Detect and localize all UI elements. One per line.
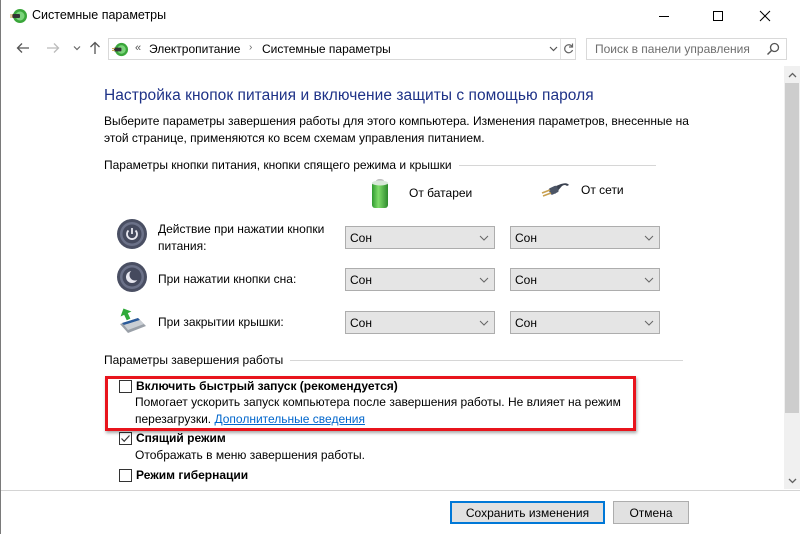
hibernate-checkbox[interactable]: [119, 468, 132, 482]
section-heading-text: Параметры кнопки питания, кнопки спящего…: [104, 158, 452, 172]
sleep-option[interactable]: Спящий режим: [119, 431, 226, 445]
shutdown-section-heading: Параметры завершения работы: [104, 353, 684, 367]
select-value: Сон: [350, 231, 372, 245]
maximize-button[interactable]: [695, 0, 741, 31]
chevron-down-icon: [479, 277, 489, 283]
system-settings-window: Системные параметры « Электропитание › С…: [0, 0, 800, 534]
chevron-down-icon: [788, 478, 796, 483]
breadcrumb-system-settings[interactable]: Системные параметры: [262, 42, 391, 56]
chevron-down-icon: [644, 235, 654, 241]
navigation-bar: « Электропитание › Системные параметры П…: [1, 33, 800, 63]
select-value: Сон: [515, 316, 537, 330]
hibernate-label[interactable]: Режим гибернации: [136, 468, 248, 482]
arrow-right-icon: [47, 43, 60, 53]
chevron-down-icon: [479, 320, 489, 326]
maximize-icon: [713, 10, 723, 21]
breadcrumb-power-options[interactable]: Электропитание: [149, 42, 240, 56]
scrollbar-thumb[interactable]: [785, 83, 799, 413]
chevron-down-icon: [644, 320, 654, 326]
fast-startup-description-text: Помогает ускорить запуск компьютера посл…: [135, 395, 621, 426]
up-button[interactable]: [85, 37, 105, 59]
chevron-down-icon: [549, 46, 557, 52]
column-label-battery: От батареи: [409, 186, 473, 200]
page-title: Настройка кнопок питания и включение защ…: [104, 87, 594, 104]
lid-close-ac-select[interactable]: Сон: [510, 311, 660, 334]
minimize-button[interactable]: [641, 0, 687, 31]
battery-icon: [372, 179, 388, 208]
forward-button[interactable]: [43, 37, 63, 59]
scroll-down-button[interactable]: [784, 472, 800, 489]
search-icon[interactable]: [766, 42, 780, 56]
power-button-battery-select[interactable]: Сон: [345, 226, 495, 249]
select-value: Сон: [350, 316, 372, 330]
arrow-up-icon: [90, 41, 100, 54]
select-value: Сон: [515, 231, 537, 245]
minimize-icon: [659, 15, 669, 17]
save-changes-button[interactable]: Сохранить изменения: [450, 501, 605, 524]
fast-startup-checkbox[interactable]: [119, 379, 132, 393]
refresh-icon: [564, 43, 574, 54]
chevron-up-icon: [788, 72, 796, 77]
vertical-scrollbar[interactable]: [784, 66, 800, 489]
column-header-ac-power: От сети: [541, 182, 624, 198]
sleep-label[interactable]: Спящий режим: [136, 431, 226, 445]
arrow-left-icon: [16, 43, 29, 53]
fast-startup-label[interactable]: Включить быстрый запуск (рекомендуется): [136, 379, 398, 393]
row-label-sleep-button: При нажатии кнопки сна:: [158, 272, 297, 286]
checkmark-icon: [121, 434, 130, 442]
close-icon: [759, 10, 771, 21]
close-button[interactable]: [742, 0, 788, 31]
lid-close-battery-select[interactable]: Сон: [345, 311, 495, 334]
content-area: Настройка кнопок питания и включение защ…: [1, 66, 784, 489]
row-label-lid-close: При закрытии крышки:: [158, 315, 284, 329]
sleep-button-icon: [117, 262, 147, 292]
address-dropdown-button[interactable]: [546, 40, 560, 58]
breadcrumb-overflow[interactable]: «: [135, 42, 141, 54]
power-button-icon: [117, 219, 147, 249]
section-heading-text: Параметры завершения работы: [104, 353, 284, 367]
sleep-button-ac-select[interactable]: Сон: [510, 268, 660, 291]
chevron-down-icon: [644, 277, 654, 283]
search-input[interactable]: Поиск в панели управления: [595, 42, 750, 56]
cancel-button[interactable]: Отмена: [613, 501, 689, 524]
search-box[interactable]: Поиск в панели управления: [586, 38, 787, 60]
laptop-lid-icon: [120, 308, 146, 333]
breadcrumb-separator[interactable]: ›: [249, 42, 252, 53]
chevron-down-icon: [73, 46, 81, 51]
sleep-checkbox[interactable]: [119, 431, 132, 445]
scroll-up-button[interactable]: [784, 66, 800, 83]
hibernate-option[interactable]: Режим гибернации: [119, 468, 248, 482]
section-divider: [290, 359, 684, 361]
fast-startup-description: Помогает ускорить запуск компьютера посл…: [135, 394, 655, 428]
more-info-link[interactable]: Дополнительные сведения: [214, 412, 364, 426]
column-header-battery: От батареи: [370, 177, 472, 209]
select-value: Сон: [350, 273, 372, 287]
power-buttons-section-heading: Параметры кнопки питания, кнопки спящего…: [104, 158, 656, 172]
recent-locations-button[interactable]: [67, 37, 87, 59]
back-button[interactable]: [13, 37, 33, 59]
power-options-icon: [112, 42, 129, 57]
page-description: Выберите параметры завершения работы для…: [104, 114, 689, 145]
window-title: Системные параметры: [32, 8, 167, 22]
column-label-ac-power: От сети: [581, 183, 624, 197]
title-bar: Системные параметры: [1, 0, 800, 31]
sleep-description: Отображать в меню завершения работы.: [135, 448, 366, 462]
power-button-ac-select[interactable]: Сон: [510, 226, 660, 249]
row-label-power-button: Действие при нажатии кнопки питания:: [158, 222, 325, 253]
power-plug-icon: [541, 183, 569, 197]
refresh-button[interactable]: [560, 39, 576, 59]
sleep-button-battery-select[interactable]: Сон: [345, 268, 495, 291]
address-bar[interactable]: « Электропитание › Системные параметры: [108, 38, 576, 60]
section-divider: [458, 164, 656, 166]
fast-startup-option[interactable]: Включить быстрый запуск (рекомендуется): [119, 379, 398, 393]
footer-bar: Сохранить изменения Отмена: [1, 490, 800, 534]
chevron-down-icon: [479, 235, 489, 241]
select-value: Сон: [515, 273, 537, 287]
power-options-icon: [10, 9, 27, 23]
